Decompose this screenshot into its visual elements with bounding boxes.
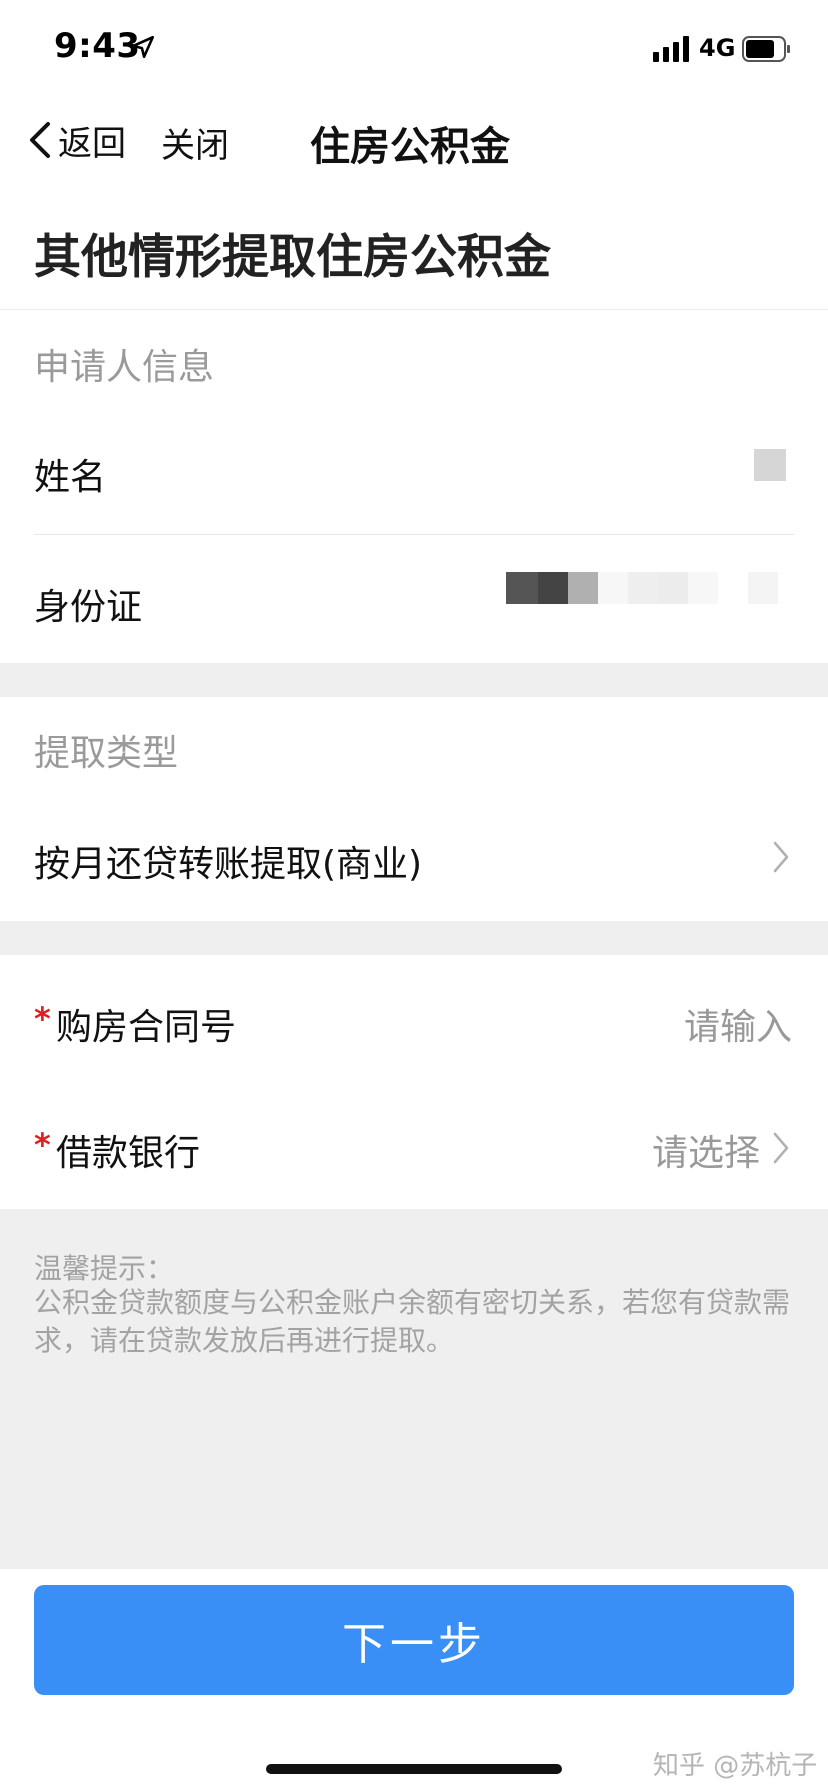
- contract-number-label: 购房合同号: [56, 1007, 237, 1048]
- divider: [0, 309, 828, 310]
- id-card-value-redacted: [506, 572, 786, 604]
- applicant-section-header: 申请人信息: [34, 347, 215, 388]
- contract-number-input[interactable]: 请输入: [684, 998, 792, 1050]
- tips-title: 温馨提示：: [34, 1252, 175, 1285]
- withdraw-type-value: 按月还贷转账提取(商业): [34, 844, 423, 885]
- location-arrow-icon: [131, 35, 155, 59]
- chevron-right-icon: [773, 1132, 789, 1164]
- chevron-left-icon: [30, 122, 50, 158]
- required-mark: *: [34, 1000, 51, 1038]
- divider: [34, 534, 794, 535]
- status-bar: 9:43 4G: [0, 0, 828, 100]
- id-card-label: 身份证: [34, 587, 143, 628]
- network-label: 4G: [699, 34, 736, 62]
- back-label: 返回: [58, 123, 126, 164]
- battery-icon: [742, 36, 790, 62]
- signal-icon: [653, 36, 689, 62]
- loan-bank-label: 借款银行: [56, 1133, 201, 1174]
- section-gap: [0, 921, 828, 955]
- nav-title: 住房公积金: [310, 124, 510, 170]
- loan-bank-placeholder: 请选择: [652, 1133, 761, 1174]
- status-time: 9:43: [54, 26, 141, 66]
- chevron-right-icon: [773, 841, 789, 873]
- withdraw-type-section-header: 提取类型: [34, 733, 179, 774]
- tips-body: 公积金贷款额度与公积金账户余额有密切关系，若您有贷款需求，请在贷款发放后再进行提…: [34, 1286, 791, 1357]
- withdraw-type-selector[interactable]: 按月还贷转账提取(商业): [0, 800, 828, 910]
- loan-bank-selector[interactable]: * 借款银行 请选择: [0, 1098, 828, 1198]
- home-indicator[interactable]: [266, 1764, 562, 1774]
- name-label: 姓名: [34, 457, 107, 498]
- close-button[interactable]: 关闭: [161, 118, 229, 167]
- name-value-redacted: [754, 449, 786, 481]
- page-title: 其他情形提取住房公积金: [34, 230, 551, 285]
- next-button[interactable]: 下一步: [34, 1585, 794, 1695]
- watermark: 知乎 @苏杭子: [653, 1751, 818, 1781]
- back-button[interactable]: 返回: [26, 112, 126, 168]
- section-gap: [0, 663, 828, 697]
- required-mark: *: [34, 1126, 51, 1164]
